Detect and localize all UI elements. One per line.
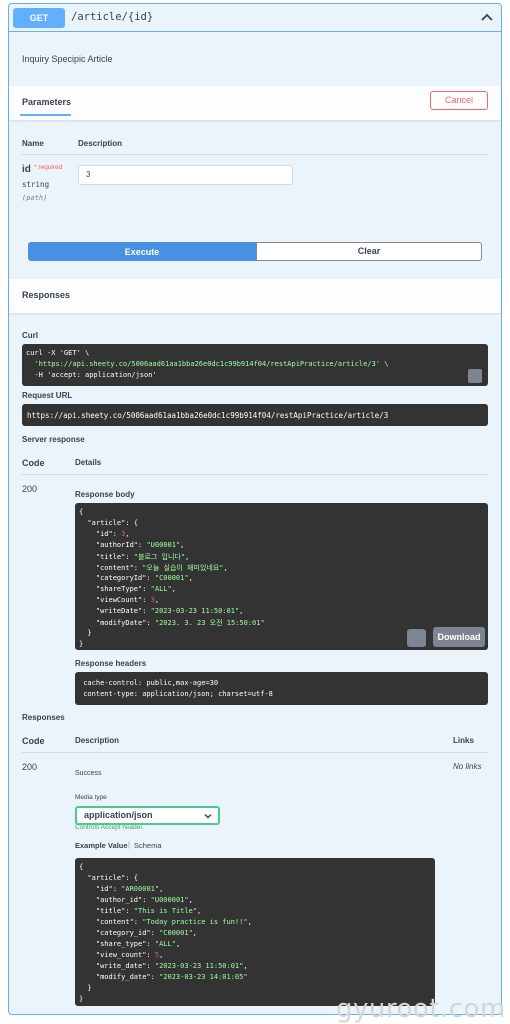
body-line: } xyxy=(79,629,92,637)
col-links-header: Links xyxy=(453,736,474,745)
col-description-header: Description xyxy=(78,139,123,148)
example-line: "modify_date": "2023-03-23 14:01:05" xyxy=(79,973,248,981)
tab-example-value[interactable]: Example Value xyxy=(75,841,128,850)
example-line: "title": "This is Title", xyxy=(79,907,202,915)
response-links: No links xyxy=(453,762,482,771)
body-line: "writeDate": "2023-03-23 11:50:01", xyxy=(79,607,244,615)
body-line: "shareType": "ALL", xyxy=(79,585,176,593)
example-line: "share_type": "ALL", xyxy=(79,940,181,948)
example-line: } xyxy=(79,995,84,1003)
body-line: "categoryId": "C00001", xyxy=(79,574,193,582)
body-line: } xyxy=(79,640,84,648)
divider xyxy=(22,154,488,155)
col-name-header: Name xyxy=(22,139,44,148)
col-code-header: Code xyxy=(22,458,45,468)
media-type-label: Media type xyxy=(75,794,107,801)
divider xyxy=(22,474,488,475)
responses-title: Responses xyxy=(22,290,71,300)
response-code: 200 xyxy=(22,484,38,494)
example-line: "view_count": 5, xyxy=(79,951,164,959)
body-line: "authorId": "U00001", xyxy=(79,541,185,549)
body-line: "viewCount": 3, xyxy=(79,596,160,604)
col-code-header: Code xyxy=(22,736,45,746)
request-url-block: https://api.sheety.co/5006aad61aa1bba26e… xyxy=(22,404,488,426)
required-label: * required xyxy=(34,164,63,171)
example-line: "category_id": "C00001", xyxy=(79,929,198,937)
responses-header: Responses xyxy=(9,279,501,313)
example-value-block: { "article": { "id": "AR00001", "author_… xyxy=(75,858,435,1006)
server-response-label: Server response xyxy=(22,435,85,444)
body-line: "article": { xyxy=(79,519,139,527)
example-line: "author_id": "U000001", xyxy=(79,896,193,904)
body-line: { xyxy=(79,508,84,516)
body-line: "content": "오늘 실습이 재미있네요", xyxy=(79,564,228,572)
param-location: (path) xyxy=(22,194,48,202)
operation-block: GET /article/{id} Inquiry Specipic Artic… xyxy=(8,3,502,1015)
curl-line: curl -X 'GET' \ xyxy=(26,349,90,357)
response-body-block: { "article": { "id": 3, "authorId": "U00… xyxy=(75,503,488,650)
example-line: { xyxy=(79,863,84,871)
tab-parameters[interactable]: Parameters xyxy=(22,97,71,107)
response-code: 200 xyxy=(22,762,38,772)
body-line: "modifyDate": "2023. 3. 23 오전 15:50:01" xyxy=(79,619,265,627)
request-url-label: Request URL xyxy=(22,391,73,400)
tab-separator: | xyxy=(128,840,130,849)
example-line: "content": "Today practice is fun!!", xyxy=(79,918,252,926)
response-headers-block: cache-control: public,max-age=30 content… xyxy=(75,672,488,705)
curl-line: -H 'accept: application/json' xyxy=(26,371,157,379)
operation-path: /article/{id} xyxy=(71,11,154,23)
divider xyxy=(22,752,488,753)
parameters-header: Parameters Cancel xyxy=(9,86,501,120)
header-line: cache-control: public,max-age=30 xyxy=(79,679,219,687)
request-url-value: https://api.sheety.co/5006aad61aa1bba26e… xyxy=(27,411,389,420)
watermark: gyuroot.com xyxy=(336,994,506,1024)
operation-description: Inquiry Specipic Article xyxy=(22,54,113,64)
responses-label: Responses xyxy=(22,713,65,722)
operation-summary[interactable]: GET /article/{id} xyxy=(9,4,501,32)
example-line: } xyxy=(79,984,92,992)
response-description: Success xyxy=(75,770,102,777)
chevron-down-icon xyxy=(204,814,212,819)
media-type-value: application/json xyxy=(84,810,153,820)
tab-underline xyxy=(20,114,71,116)
example-line: "write_date": "2023-03-23 11:50:01", xyxy=(79,962,248,970)
response-headers-label: Response headers xyxy=(75,659,147,668)
tab-schema[interactable]: Schema xyxy=(134,841,162,850)
controls-accept-text: Controls Accept header. xyxy=(75,824,145,831)
curl-line: 'https://api.sheety.co/5006aad61aa1bba26… xyxy=(26,360,389,368)
execute-button[interactable]: Execute xyxy=(28,242,256,261)
example-line: "article": { xyxy=(79,874,139,882)
cancel-button[interactable]: Cancel xyxy=(430,91,488,110)
curl-label: Curl xyxy=(22,331,38,340)
col-details-header: Details xyxy=(75,458,102,467)
http-method-badge: GET xyxy=(13,8,65,28)
media-type-select[interactable]: application/json xyxy=(75,806,220,825)
curl-code-block: curl -X 'GET' \ 'https://api.sheety.co/5… xyxy=(22,344,488,386)
body-line: "id": 3, xyxy=(79,530,130,538)
response-body-label: Response body xyxy=(75,490,135,499)
chevron-up-icon[interactable] xyxy=(479,10,495,26)
copy-icon[interactable] xyxy=(407,629,426,647)
body-line: "title": "블로그 입니다", xyxy=(79,553,190,561)
example-line: "id": "AR00001", xyxy=(79,885,164,893)
clear-button[interactable]: Clear xyxy=(256,242,482,261)
header-line: content-type: application/json; charset=… xyxy=(79,690,273,698)
copy-icon[interactable] xyxy=(468,369,482,383)
param-name: id xyxy=(22,164,31,175)
param-type: string xyxy=(22,180,50,189)
download-button[interactable]: Download xyxy=(433,627,485,647)
col-description-header: Description xyxy=(75,736,120,745)
id-input[interactable]: 3 xyxy=(78,165,293,185)
